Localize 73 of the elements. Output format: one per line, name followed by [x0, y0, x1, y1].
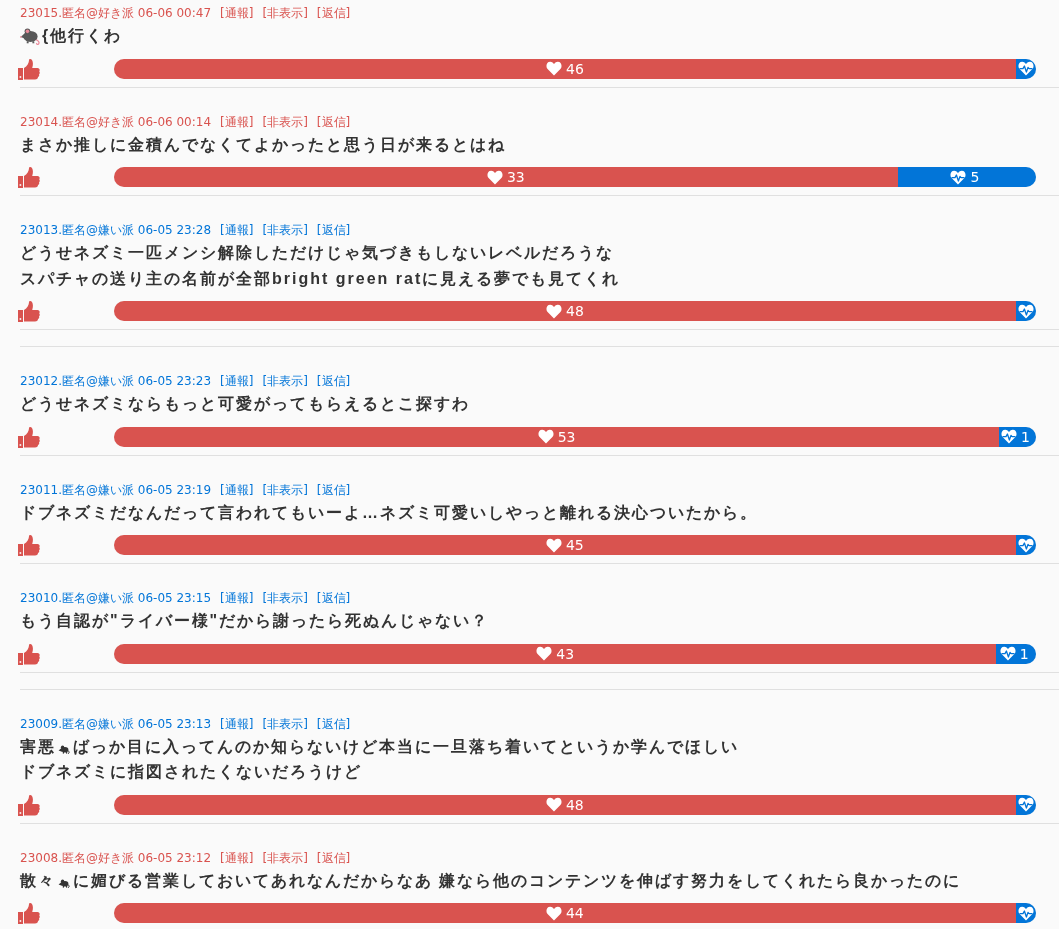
reply-link[interactable]: [返信]	[316, 848, 351, 867]
heart-icon	[486, 169, 503, 185]
like-count: 33	[506, 168, 525, 187]
thumbs-up-icon[interactable]	[18, 793, 40, 816]
like-count: 53	[557, 427, 576, 447]
dislike-count: 5	[970, 168, 980, 187]
post-text: ばっか目に入ってんのか知らないけど本当に一旦落ち着いてというか学んでほしい	[73, 736, 739, 758]
reply-link[interactable]: [返信]	[316, 589, 351, 607]
like-count: 45	[565, 536, 584, 555]
dislike-count: 1	[1021, 427, 1030, 447]
report-link[interactable]: [通報]	[220, 372, 254, 390]
heart-icon	[545, 905, 562, 921]
post-text: まさか推しに金積んでなくてよかったと思う日が来るとはね	[20, 134, 506, 156]
like-count: 43	[556, 644, 575, 664]
thumbs-up-icon[interactable]	[18, 57, 40, 80]
post-text: ドブネズミだなんだって言われてもいーよ…ネズミ可愛いしやっと離れる決心ついたから。	[20, 502, 758, 524]
hide-link[interactable]: [非表示]	[262, 848, 308, 867]
post-meta: 23013.匿名@嫌い派 06-05 23:28	[20, 222, 212, 239]
dislike-count: 1	[1019, 644, 1029, 664]
post-text: 散々	[20, 870, 56, 891]
hide-link[interactable]: [非表示]	[262, 221, 308, 239]
post-text: {他行くわ	[42, 26, 123, 46]
heart-icon	[536, 646, 553, 661]
report-link[interactable]: [通報]	[220, 848, 254, 867]
report-link[interactable]: [通報]	[220, 589, 254, 607]
thumbs-up-icon[interactable]	[18, 300, 40, 322]
thumbs-up-icon[interactable]	[18, 902, 40, 924]
heart-icon	[545, 797, 562, 812]
reply-link[interactable]: [返信]	[316, 480, 351, 499]
report-link[interactable]: [通報]	[220, 480, 254, 499]
thumbs-up-icon[interactable]	[18, 534, 40, 556]
post-meta: 23015.匿名@好き派 06-06 00:47	[20, 5, 212, 22]
post-text: どうせネズミならもっと可愛がってもらえるとこ探すわ	[20, 394, 470, 415]
post-text: どうせネズミ一匹メンシ解除しただけじゃ気づきもしないレベルだろうな	[20, 243, 614, 264]
like-count: 48	[566, 302, 584, 321]
heartbeat-icon	[999, 646, 1016, 661]
reply-link[interactable]: [返信]	[316, 714, 351, 733]
thumbs-up-icon[interactable]	[18, 166, 40, 188]
post-text: スパチャの送り主の名前が全部bright green ratに見える夢でも見てくれ	[20, 268, 621, 289]
thumbs-up-icon[interactable]	[18, 425, 40, 448]
post-meta: 23008.匿名@好き派 06-05 23:12	[20, 849, 212, 867]
report-link[interactable]: [通報]	[220, 4, 254, 22]
hide-link[interactable]: [非表示]	[262, 589, 308, 607]
post-meta: 23009.匿名@嫌い派 06-05 23:13	[20, 715, 212, 733]
reply-link[interactable]: [返信]	[316, 221, 351, 239]
post-meta: 23010.匿名@嫌い派 06-05 23:15	[20, 590, 212, 607]
report-link[interactable]: [通報]	[220, 714, 254, 733]
hide-link[interactable]: [非表示]	[262, 112, 308, 131]
hide-link[interactable]: [非表示]	[262, 480, 308, 499]
post-meta: 23014.匿名@好き派 06-06 00:14	[20, 113, 212, 131]
post-text: ドブネズミに指図されたくないだろうけど	[20, 762, 362, 783]
heart-icon	[545, 537, 562, 553]
hide-link[interactable]: [非表示]	[262, 714, 308, 733]
like-count: 48	[565, 795, 584, 815]
reply-link[interactable]: [返信]	[316, 112, 351, 131]
thumbs-up-icon[interactable]	[18, 642, 40, 665]
post-text: 害悪	[20, 736, 56, 757]
like-count: 46	[566, 59, 584, 79]
post-meta: 23012.匿名@嫌い派 06-05 23:23	[20, 373, 212, 390]
like-count: 44	[565, 904, 584, 923]
post-text: に媚びる営業しておいてあれなんだからなあ 嫌なら他のコンテンツを伸ばす努力をしてくれたら良かったのに	[73, 870, 962, 892]
reply-link[interactable]: [返信]	[316, 372, 351, 390]
post-meta: 23011.匿名@嫌い派 06-05 23:19	[20, 481, 212, 499]
heart-icon	[546, 61, 563, 76]
report-link[interactable]: [通報]	[220, 112, 254, 131]
post-text: もう自認が"ライバー様"だから謝ったら死ぬんじゃない？	[20, 611, 490, 632]
rat-icon	[20, 26, 41, 45]
reply-link[interactable]: [返信]	[316, 4, 351, 22]
heart-icon	[546, 303, 563, 319]
hide-link[interactable]: [非表示]	[262, 372, 308, 390]
report-link[interactable]: [通報]	[220, 221, 254, 239]
hide-link[interactable]: [非表示]	[262, 4, 308, 22]
heart-icon	[537, 429, 554, 444]
